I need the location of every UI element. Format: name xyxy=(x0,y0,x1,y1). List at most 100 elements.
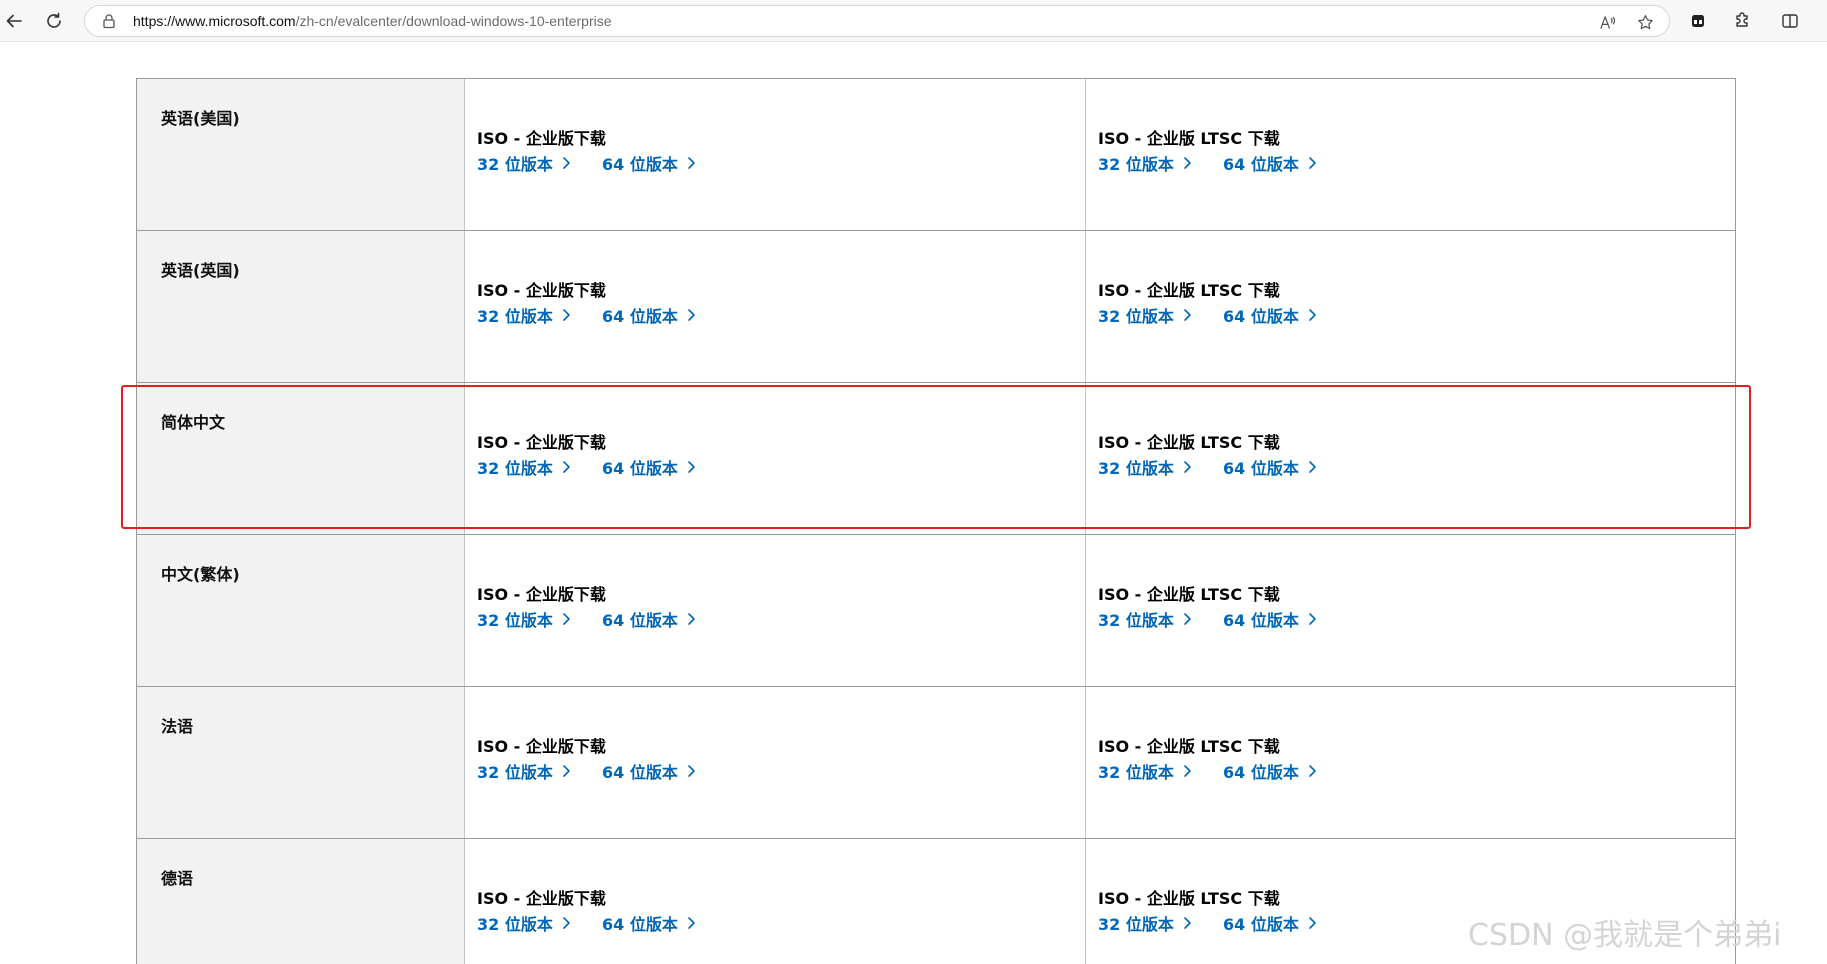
download-64bit-link[interactable]: 64 位版本 xyxy=(1223,303,1317,327)
download-64bit-link[interactable]: 64 位版本 xyxy=(602,303,696,327)
link-label: 64 位版本 xyxy=(1223,307,1299,326)
chevron-right-icon xyxy=(686,612,696,626)
link-label: 32 位版本 xyxy=(477,763,553,782)
download-64bit-link[interactable]: 64 位版本 xyxy=(1223,151,1317,175)
download-title: ISO - 企业版 LTSC 下载 xyxy=(1098,585,1280,604)
download-32bit-link[interactable]: 32 位版本 xyxy=(477,303,602,327)
link-label: 32 位版本 xyxy=(1098,307,1174,326)
download-title: ISO - 企业版下载 xyxy=(477,281,606,300)
chevron-right-icon xyxy=(1182,612,1192,626)
download-title: ISO - 企业版下载 xyxy=(477,433,606,452)
download-32bit-link[interactable]: 32 位版本 xyxy=(477,607,602,631)
link-label: 64 位版本 xyxy=(1223,155,1299,174)
chevron-right-icon xyxy=(561,612,571,626)
language-cell: 英语(美国) xyxy=(137,79,465,230)
language-cell: 法语 xyxy=(137,687,465,838)
link-label: 32 位版本 xyxy=(477,611,553,630)
chevron-right-icon xyxy=(1182,764,1192,778)
chevron-right-icon xyxy=(1307,460,1317,474)
download-links: 32 位版本 64 位版本 xyxy=(1098,607,1735,631)
chevron-right-icon xyxy=(686,308,696,322)
download-links: 32 位版本 64 位版本 xyxy=(1098,151,1735,175)
download-64bit-link[interactable]: 64 位版本 xyxy=(602,759,696,783)
extensions-button[interactable] xyxy=(1728,7,1756,35)
link-label: 32 位版本 xyxy=(477,459,553,478)
address-bar[interactable]: https://www.microsoft.com/zh-cn/evalcent… xyxy=(84,5,1670,37)
download-title: ISO - 企业版 LTSC 下载 xyxy=(1098,129,1280,148)
chevron-right-icon xyxy=(561,916,571,930)
link-label: 64 位版本 xyxy=(1223,763,1299,782)
browser-toolbar: https://www.microsoft.com/zh-cn/evalcent… xyxy=(0,0,1827,42)
download-64bit-link[interactable]: 64 位版本 xyxy=(602,455,696,479)
link-label: 32 位版本 xyxy=(1098,611,1174,630)
link-label: 64 位版本 xyxy=(1223,459,1299,478)
chevron-right-icon xyxy=(686,460,696,474)
enterprise-download-cell: ISO - 企业版下载 32 位版本 64 位版本 xyxy=(465,687,1086,838)
link-label: 32 位版本 xyxy=(477,155,553,174)
download-title: ISO - 企业版 LTSC 下载 xyxy=(1098,281,1280,300)
chevron-right-icon xyxy=(1182,308,1192,322)
download-title: ISO - 企业版下载 xyxy=(477,129,606,148)
table-row: 中文(繁体) ISO - 企业版下载 32 位版本 64 位版本 ISO - 企业版 L… xyxy=(137,535,1735,687)
download-32bit-link[interactable]: 32 位版本 xyxy=(477,455,602,479)
link-label: 64 位版本 xyxy=(602,155,678,174)
url-host: https://www.microsoft.com xyxy=(133,13,296,29)
refresh-button[interactable] xyxy=(40,7,68,35)
download-32bit-link[interactable]: 32 位版本 xyxy=(1098,911,1223,935)
back-button[interactable] xyxy=(0,7,28,35)
chevron-right-icon xyxy=(1182,156,1192,170)
url-text[interactable]: https://www.microsoft.com/zh-cn/evalcent… xyxy=(133,13,612,29)
split-screen-icon xyxy=(1782,14,1798,28)
download-64bit-link[interactable]: 64 位版本 xyxy=(1223,607,1317,631)
link-label: 64 位版本 xyxy=(1223,915,1299,934)
download-links: 32 位版本 64 位版本 xyxy=(477,607,1085,631)
enterprise-download-cell: ISO - 企业版下载 32 位版本 64 位版本 xyxy=(465,79,1086,230)
link-label: 64 位版本 xyxy=(602,611,678,630)
chevron-right-icon xyxy=(1307,156,1317,170)
download-64bit-link[interactable]: 64 位版本 xyxy=(602,911,696,935)
table-row: 简体中文 ISO - 企业版下载 32 位版本 64 位版本 ISO - 企业版 LTS… xyxy=(137,383,1735,535)
download-64bit-link[interactable]: 64 位版本 xyxy=(1223,759,1317,783)
enterprise-download-cell: ISO - 企业版下载 32 位版本 64 位版本 xyxy=(465,839,1086,964)
split-screen-button[interactable] xyxy=(1776,7,1804,35)
ltsc-download-cell: ISO - 企业版 LTSC 下载 32 位版本 64 位版本 xyxy=(1086,687,1735,838)
puzzle-icon xyxy=(1736,12,1748,27)
read-aloud-icon[interactable] xyxy=(1597,12,1617,32)
collections-button[interactable] xyxy=(1684,7,1712,35)
download-links: 32 位版本 64 位版本 xyxy=(477,151,1085,175)
download-64bit-link[interactable]: 64 位版本 xyxy=(602,607,696,631)
enterprise-download-cell: ISO - 企业版下载 32 位版本 64 位版本 xyxy=(465,535,1086,686)
chevron-right-icon xyxy=(1307,764,1317,778)
download-64bit-link[interactable]: 64 位版本 xyxy=(1223,455,1317,479)
download-32bit-link[interactable]: 32 位版本 xyxy=(477,151,602,175)
link-label: 64 位版本 xyxy=(602,459,678,478)
star-icon[interactable] xyxy=(1635,12,1655,32)
download-links: 32 位版本 64 位版本 xyxy=(1098,455,1735,479)
lock-icon[interactable] xyxy=(101,13,117,29)
download-links: 32 位版本 64 位版本 xyxy=(1098,759,1735,783)
link-label: 64 位版本 xyxy=(602,307,678,326)
download-64bit-link[interactable]: 64 位版本 xyxy=(1223,911,1317,935)
chevron-right-icon xyxy=(1307,308,1317,322)
download-32bit-link[interactable]: 32 位版本 xyxy=(1098,151,1223,175)
language-cell: 中文(繁体) xyxy=(137,535,465,686)
download-32bit-link[interactable]: 32 位版本 xyxy=(477,911,602,935)
download-links: 32 位版本 64 位版本 xyxy=(477,911,1085,935)
download-32bit-link[interactable]: 32 位版本 xyxy=(1098,303,1223,327)
chevron-right-icon xyxy=(561,764,571,778)
browser-window: https://www.microsoft.com/zh-cn/evalcent… xyxy=(0,0,1827,964)
collections-icon xyxy=(1692,15,1704,27)
download-links: 32 位版本 64 位版本 xyxy=(477,455,1085,479)
link-label: 32 位版本 xyxy=(1098,763,1174,782)
chevron-right-icon xyxy=(686,764,696,778)
download-32bit-link[interactable]: 32 位版本 xyxy=(1098,759,1223,783)
watermark: CSDN @我就是个弟弟i xyxy=(1468,918,1782,953)
download-32bit-link[interactable]: 32 位版本 xyxy=(1098,455,1223,479)
link-label: 64 位版本 xyxy=(602,763,678,782)
download-32bit-link[interactable]: 32 位版本 xyxy=(477,759,602,783)
download-64bit-link[interactable]: 64 位版本 xyxy=(602,151,696,175)
download-32bit-link[interactable]: 32 位版本 xyxy=(1098,607,1223,631)
table-row: 法语 ISO - 企业版下载 32 位版本 64 位版本 ISO - 企业版 LTSC … xyxy=(137,687,1735,839)
language-cell: 英语(英国) xyxy=(137,231,465,382)
language-cell: 德语 xyxy=(137,839,465,964)
